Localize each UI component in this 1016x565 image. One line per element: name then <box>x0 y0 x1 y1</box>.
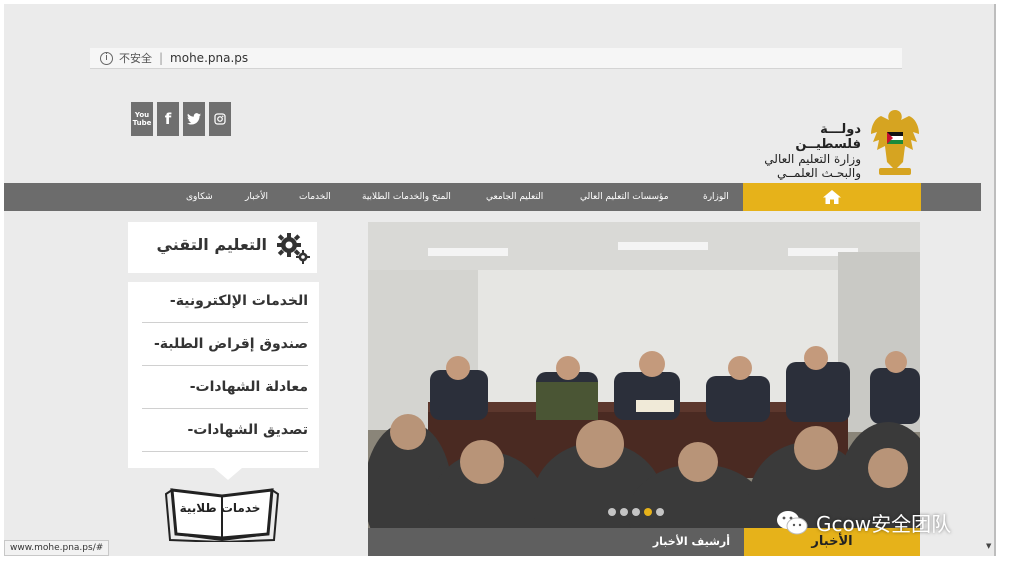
nav-item-scholarships[interactable]: المنح والخدمات الطلابية <box>362 183 451 211</box>
menu-item-certificate-attestation[interactable]: تصديق الشهادات- <box>142 411 308 452</box>
slider-dot[interactable] <box>608 508 616 516</box>
ministry-logo[interactable]: دولـــة فلسطيــن وزارة التعليم العالي وا… <box>761 104 923 184</box>
ministry-line1: وزارة التعليم العالي <box>764 152 861 166</box>
menu-item-student-loans[interactable]: صندوق إقراض الطلبة- <box>142 325 308 366</box>
menu-item-e-services[interactable]: الخدمات الإلكترونية- <box>142 282 308 323</box>
security-label: 不安全 <box>119 52 152 65</box>
nav-item-institutions[interactable]: مؤسسات التعليم العالي <box>580 183 669 211</box>
slider-dot[interactable] <box>620 508 628 516</box>
twitter-icon[interactable] <box>183 102 205 136</box>
nav-item-services[interactable]: الخدمات <box>299 183 331 211</box>
student-services-label: خدمات طلابية <box>179 501 261 515</box>
ministry-line2: والبحـث العلمــي <box>777 166 861 180</box>
news-slider-image[interactable] <box>368 222 920 528</box>
meeting-photo <box>368 222 920 528</box>
menu-item-certificate-equivalence[interactable]: معادلة الشهادات- <box>142 368 308 409</box>
home-icon <box>823 190 841 204</box>
scroll-down-icon[interactable]: ▼ <box>986 542 991 550</box>
wechat-icon <box>777 510 808 534</box>
watermark-text: Gcow安全团队 <box>816 512 952 536</box>
facebook-icon[interactable]: f <box>157 102 179 136</box>
gears-icon <box>277 233 310 264</box>
menu-item-label: معادلة الشهادات <box>195 379 309 395</box>
news-archive-link[interactable]: أرشيف الأخبار <box>653 528 730 556</box>
nav-item-complaints[interactable]: شكاوى <box>186 183 213 211</box>
slider-dot[interactable] <box>656 508 664 516</box>
address-bar[interactable]: i 不安全 | mohe.pna.ps <box>90 48 902 69</box>
state-name: دولـــة فلسطيــن <box>795 122 861 152</box>
nav-item-news[interactable]: الأخبار <box>245 183 268 211</box>
slider-dot-active[interactable] <box>644 508 652 516</box>
menu-item-label: تصديق الشهادات <box>193 422 308 438</box>
technical-education-box[interactable]: التعليم التقني <box>128 222 317 273</box>
main-nav: الوزارة مؤسسات التعليم العالي التعليم ال… <box>4 183 981 211</box>
home-button[interactable] <box>743 183 921 211</box>
palestine-eagle-emblem <box>871 110 919 175</box>
technical-education-title: التعليم التقني <box>156 235 268 254</box>
menu-item-label: صندوق إقراض الطلبة <box>159 336 308 352</box>
student-services-button[interactable]: خدمات طلابية <box>164 482 280 546</box>
address-divider: | <box>159 51 164 65</box>
social-links: You Tube f <box>131 102 231 136</box>
instagram-icon[interactable] <box>209 102 231 136</box>
youtube-icon[interactable]: You Tube <box>131 102 153 136</box>
url-text[interactable]: mohe.pna.ps <box>170 51 248 65</box>
slider-dot[interactable] <box>632 508 640 516</box>
ministry-name: دولـــة فلسطيــن وزارة التعليم العالي وا… <box>761 122 861 180</box>
page: i 不安全 | mohe.pna.ps You Tube f دولـــة فل… <box>4 4 994 556</box>
nav-item-university-education[interactable]: التعليم الجامعي <box>486 183 543 211</box>
menu-pointer <box>214 468 242 480</box>
services-menu: الخدمات الإلكترونية- صندوق إقراض الطلبة-… <box>128 282 319 468</box>
menu-item-label: الخدمات الإلكترونية <box>175 293 308 309</box>
slider-dots <box>608 508 664 516</box>
watermark: Gcow安全团队 <box>776 508 951 537</box>
scrollbar[interactable] <box>994 4 996 556</box>
status-bar-url: www.mohe.pna.ps/# <box>4 540 110 556</box>
info-icon[interactable]: i <box>100 51 113 65</box>
nav-item-ministry[interactable]: الوزارة <box>703 183 729 211</box>
